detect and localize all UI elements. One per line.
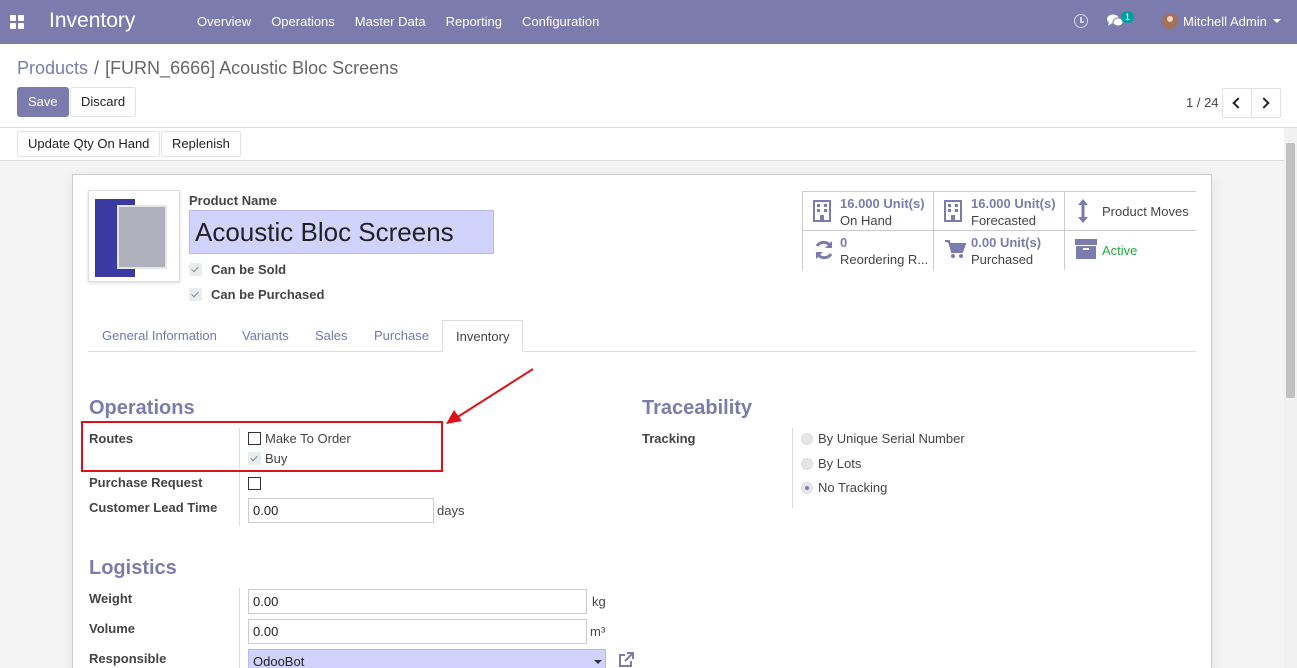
reordering-rules-button[interactable]: 0 Reordering R... <box>803 231 934 270</box>
operations-title: Operations <box>89 397 195 419</box>
traceability-title: Traceability <box>642 397 753 419</box>
routes-highlight-box <box>81 421 443 472</box>
arrows-v-icon <box>1078 199 1088 223</box>
tracking-lots-label: By Lots <box>818 456 862 471</box>
smart-buttons: 16.000 Unit(s) On Hand 16.000 Unit(s) Fo… <box>802 191 1196 270</box>
save-button[interactable]: Save <box>17 87 69 117</box>
customer-lead-time-unit: days <box>437 503 465 518</box>
can-be-purchased-checkbox[interactable] <box>189 288 202 301</box>
purchased-value: 0.00 Unit(s) <box>971 235 1042 250</box>
breadcrumb: Products / [FURN_6666] Acoustic Bloc Scree… <box>17 58 398 79</box>
control-panel: Products / [FURN_6666] Acoustic Bloc Scree… <box>0 44 1297 128</box>
volume-unit: m³ <box>590 624 606 639</box>
menu-operations[interactable]: Operations <box>261 0 345 44</box>
reordering-label: Reordering R... <box>840 252 929 267</box>
user-menu[interactable]: Mitchell Admin <box>1183 14 1267 29</box>
annotation-arrow-icon <box>446 368 534 424</box>
menu-master-data[interactable]: Master Data <box>345 0 436 44</box>
responsible-label: Responsible <box>89 651 167 666</box>
tab-inventory[interactable]: Inventory <box>442 320 524 352</box>
archive-icon <box>1075 239 1097 259</box>
main-menu: Overview Operations Master Data Reportin… <box>187 0 609 44</box>
tab-general-information[interactable]: General Information <box>89 320 230 352</box>
forecasted-button[interactable]: 16.000 Unit(s) Forecasted <box>934 192 1065 231</box>
can-be-sold-checkbox[interactable] <box>189 263 202 276</box>
refresh-icon <box>815 240 833 260</box>
avatar[interactable] <box>1162 13 1178 29</box>
menu-reporting[interactable]: Reporting <box>436 0 512 44</box>
top-navbar: Inventory Overview Operations Master Dat… <box>0 0 1297 44</box>
building-icon <box>944 200 962 222</box>
reordering-value: 0 <box>840 235 848 250</box>
volume-label: Volume <box>89 621 135 636</box>
product-name-field[interactable]: Acoustic Bloc Screens <box>189 210 494 254</box>
chevron-left-icon <box>1232 97 1244 109</box>
chat-count-badge: 1 <box>1121 11 1135 23</box>
purchase-request-label: Purchase Request <box>89 475 203 490</box>
product-name-label: Product Name <box>189 193 278 208</box>
product-image[interactable] <box>88 190 180 282</box>
can-be-purchased-label: Can be Purchased <box>211 287 325 302</box>
traceability-divider <box>792 428 793 508</box>
tracking-serial-radio[interactable] <box>801 433 813 445</box>
chevron-right-icon <box>1258 97 1270 109</box>
purchase-request-checkbox[interactable] <box>248 477 261 490</box>
tracking-serial-label: By Unique Serial Number <box>818 431 965 446</box>
user-caret-icon[interactable] <box>1273 19 1281 23</box>
app-title[interactable]: Inventory <box>49 9 135 33</box>
weight-input[interactable]: 0.00 <box>248 589 587 614</box>
active-label: Active <box>1102 243 1138 258</box>
pager-value[interactable]: 1 / 24 <box>1186 95 1219 110</box>
customer-lead-time-input[interactable]: 0.00 <box>248 498 434 523</box>
product-moves-label: Product Moves <box>1102 204 1189 219</box>
tracking-none-radio[interactable] <box>801 482 813 494</box>
logistics-divider <box>239 588 240 668</box>
can-be-sold-label: Can be Sold <box>211 262 287 277</box>
purchased-label: Purchased <box>971 252 1034 267</box>
tracking-label: Tracking <box>642 431 696 446</box>
purchased-button[interactable]: 0.00 Unit(s) Purchased <box>934 231 1065 270</box>
pager-next-button[interactable] <box>1251 88 1281 118</box>
update-qty-button[interactable]: Update Qty On Hand <box>17 131 161 157</box>
tab-variants[interactable]: Variants <box>229 320 302 352</box>
tracking-lots-radio[interactable] <box>801 458 813 470</box>
volume-input[interactable]: 0.00 <box>248 619 587 644</box>
external-link-icon[interactable] <box>618 652 634 668</box>
tab-sales[interactable]: Sales <box>302 320 361 352</box>
discard-button[interactable]: Discard <box>70 87 137 117</box>
pager-previous-button[interactable] <box>1222 88 1252 118</box>
replenish-button[interactable]: Replenish <box>161 131 241 157</box>
forecasted-label: Forecasted <box>971 213 1037 228</box>
responsible-caret-icon[interactable] <box>594 660 602 664</box>
form-statusbar: Update Qty On Hand Replenish <box>0 128 1284 161</box>
on-hand-value: 16.000 Unit(s) <box>840 196 925 211</box>
on-hand-button[interactable]: 16.000 Unit(s) On Hand <box>803 192 934 231</box>
building-icon <box>813 200 831 222</box>
menu-configuration[interactable]: Configuration <box>512 0 609 44</box>
tracking-none-label: No Tracking <box>818 480 888 495</box>
breadcrumb-current: [FURN_6666] Acoustic Bloc Screens <box>105 58 399 78</box>
breadcrumb-products[interactable]: Products <box>17 58 88 78</box>
on-hand-label: On Hand <box>840 213 893 228</box>
product-moves-button[interactable]: Product Moves <box>1065 192 1196 231</box>
apps-menu-icon[interactable] <box>10 15 24 29</box>
forecasted-value: 16.000 Unit(s) <box>971 196 1056 211</box>
weight-unit: kg <box>592 594 606 609</box>
active-toggle-button[interactable]: Active <box>1065 231 1196 270</box>
breadcrumb-separator: / <box>94 58 100 78</box>
scrollbar-thumb[interactable] <box>1286 143 1295 398</box>
menu-overview[interactable]: Overview <box>187 0 261 44</box>
customer-lead-time-label: Customer Lead Time <box>89 500 218 515</box>
responsible-select[interactable]: OdooBot <box>248 649 606 668</box>
activity-clock-icon[interactable] <box>1074 14 1088 28</box>
weight-label: Weight <box>89 591 133 606</box>
logistics-title: Logistics <box>89 557 177 579</box>
cart-icon <box>945 240 966 258</box>
tab-purchase[interactable]: Purchase <box>361 320 442 352</box>
